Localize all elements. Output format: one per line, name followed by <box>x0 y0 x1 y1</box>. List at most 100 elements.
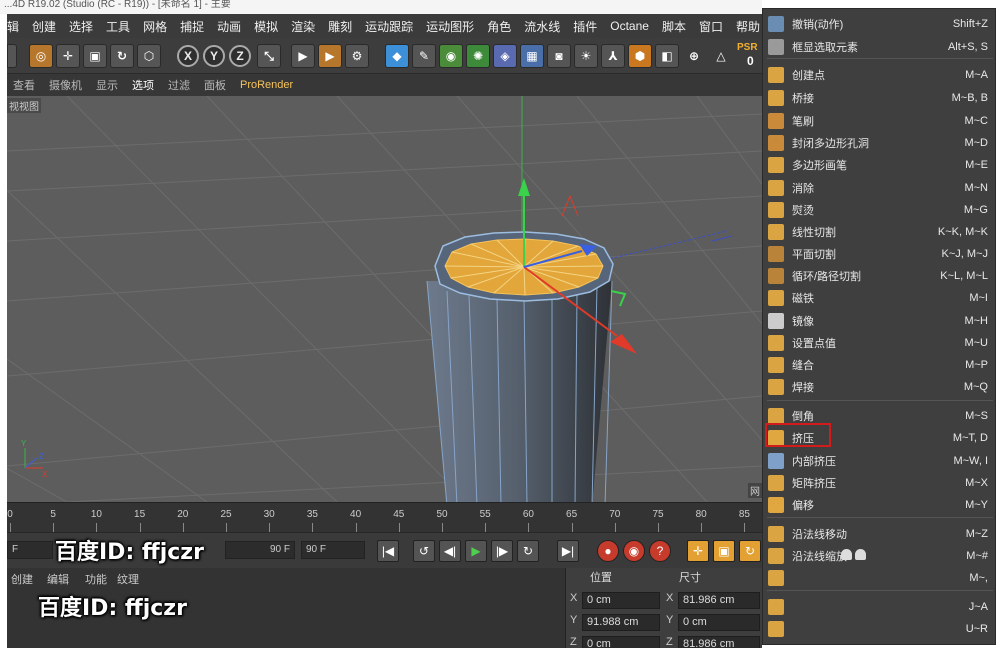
menu-item[interactable]: 帮助 <box>736 18 760 35</box>
size-field[interactable]: 81.986 cm <box>678 636 760 648</box>
menu-item[interactable]: Octane <box>610 19 649 33</box>
context-menu-item[interactable]: 桥接 M~B, B <box>763 87 997 109</box>
live-selection-icon[interactable]: ◎ <box>29 44 53 68</box>
context-menu-item[interactable]: 镜像 M~H <box>763 310 997 332</box>
menu-item[interactable]: 窗口 <box>699 18 723 35</box>
menu-item[interactable]: 插件 <box>573 18 597 35</box>
context-menu-item[interactable]: 焊接 M~Q <box>763 376 997 398</box>
next-key-button[interactable]: ↻ <box>517 540 539 562</box>
previous-key-button[interactable]: ↺ <box>413 540 435 562</box>
go-to-end-button[interactable]: ▶| <box>557 540 579 562</box>
context-menu-item[interactable]: 磁铁 M~I <box>763 287 997 309</box>
record-keys-button[interactable]: ● <box>597 540 619 562</box>
end-frame-field[interactable]: 90 F <box>225 541 295 559</box>
menu-item[interactable]: 网格 <box>143 18 167 35</box>
play-button[interactable]: ▶ <box>465 540 487 562</box>
viewport-menu-item[interactable]: 选项 <box>132 77 154 93</box>
material-menu-item[interactable]: 功能 <box>85 571 107 587</box>
menu-item[interactable]: 运动图形 <box>426 18 474 35</box>
go-to-start-button[interactable]: |◀ <box>377 540 399 562</box>
move-tool-icon[interactable]: ✛ <box>56 44 80 68</box>
menu-item[interactable]: 运动跟踪 <box>365 18 413 35</box>
subdivision-icon[interactable]: ◉ <box>439 44 463 68</box>
context-menu-item[interactable]: 沿法线移动 M~Z <box>763 523 997 545</box>
menu-item[interactable]: 雕刻 <box>328 18 352 35</box>
menu-item[interactable]: 辑 <box>7 18 19 35</box>
context-menu-item[interactable]: 熨烫 M~G <box>763 199 997 221</box>
rotation-key-button[interactable]: ↻ <box>739 540 761 562</box>
context-menu-item[interactable]: 消除 M~N <box>763 177 997 199</box>
menu-item[interactable]: 工具 <box>106 18 130 35</box>
cylinder-object[interactable] <box>426 231 614 502</box>
material-menu-item[interactable]: 纹理 <box>117 571 139 587</box>
python-icon[interactable]: ⬢ <box>628 44 652 68</box>
perspective-viewport[interactable]: Y X Z 视视图 网 <box>7 96 762 502</box>
context-menu-item[interactable]: 矩阵挤压 M~X <box>763 472 997 494</box>
timeline-ruler[interactable]: 0 5 10 15 20 25 30 35 40 45 50 55 60 65 70 75 80 85 <box>7 502 762 532</box>
menu-item[interactable]: 捕捉 <box>180 18 204 35</box>
snap-settings-icon[interactable]: ⊕ <box>682 44 706 68</box>
context-menu-item[interactable]: 缝合 M~P <box>763 354 997 376</box>
menu-item[interactable]: 创建 <box>32 18 56 35</box>
context-menu-item[interactable]: 线性切割 K~K, M~K <box>763 221 997 243</box>
character-icon[interactable]: ⅄ <box>601 44 625 68</box>
keyframe-selection-button[interactable]: ? <box>649 540 671 562</box>
x-axis-lock-button[interactable]: X <box>177 45 199 67</box>
max-frame-field[interactable]: 90 F <box>301 541 365 559</box>
scale-tool-icon[interactable]: ▣ <box>83 44 107 68</box>
position-key-button[interactable]: ✛ <box>687 540 709 562</box>
position-field[interactable]: 0 cm <box>582 636 660 648</box>
context-menu-item[interactable]: 设置点值 M~U <box>763 332 997 354</box>
context-menu-item[interactable]: 多边形画笔 M~E <box>763 154 997 176</box>
position-field[interactable]: 0 cm <box>582 592 660 609</box>
octane-icon[interactable]: ◧ <box>655 44 679 68</box>
context-menu-item[interactable]: 循环/路径切割 K~L, M~L <box>763 265 997 287</box>
size-field[interactable]: 81.986 cm <box>678 592 760 609</box>
viewport-menu-item[interactable]: 显示 <box>96 77 118 93</box>
cloner-icon[interactable]: ✺ <box>466 44 490 68</box>
workplane-icon[interactable]: △ <box>709 44 733 68</box>
menu-item[interactable]: 流水线 <box>524 18 560 35</box>
context-menu-item[interactable]: 平面切割 K~J, M~J <box>763 243 997 265</box>
context-menu-item[interactable]: 沿法线缩放 M~# <box>763 545 997 567</box>
menu-item[interactable]: 脚本 <box>662 18 686 35</box>
context-menu-item[interactable]: 笔刷 M~C <box>763 110 997 132</box>
context-menu-item[interactable]: U~R <box>763 618 997 640</box>
context-menu-item[interactable]: 创建点 M~A <box>763 64 997 86</box>
position-field[interactable]: 91.988 cm <box>582 614 660 631</box>
floor-icon[interactable]: ▦ <box>520 44 544 68</box>
rotate-tool-icon[interactable]: ↻ <box>110 44 134 68</box>
y-axis-lock-button[interactable]: Y <box>203 45 225 67</box>
camera-icon[interactable]: ◙ <box>547 44 571 68</box>
menu-item[interactable]: 模拟 <box>254 18 278 35</box>
render-view-icon[interactable]: ▶ <box>291 44 315 68</box>
size-field[interactable]: 0 cm <box>678 614 760 631</box>
render-picture-viewer-icon[interactable]: ▶ <box>318 44 342 68</box>
render-settings-icon[interactable]: ⚙ <box>345 44 369 68</box>
autokey-button[interactable]: ◉ <box>623 540 645 562</box>
material-menu-item[interactable]: 编辑 <box>47 571 69 587</box>
deformer-icon[interactable]: ◈ <box>493 44 517 68</box>
toolbar-edge-button[interactable] <box>7 44 17 68</box>
viewport-menu-item[interactable]: 面板 <box>204 77 226 93</box>
menu-item[interactable]: 渲染 <box>291 18 315 35</box>
menu-item[interactable]: 选择 <box>69 18 93 35</box>
coordinate-system-icon[interactable]: ⤡ <box>257 44 281 68</box>
context-menu-item[interactable]: M~, <box>763 567 997 589</box>
light-icon[interactable]: ☀ <box>574 44 598 68</box>
scale-key-button[interactable]: ▣ <box>713 540 735 562</box>
viewport-menu-item[interactable]: 摄像机 <box>49 77 82 93</box>
context-menu-item[interactable]: 内部挤压 M~W, I <box>763 450 997 472</box>
menu-item[interactable]: 角色 <box>487 18 511 35</box>
context-menu-item[interactable]: 撤销(动作) Shift+Z <box>763 13 997 35</box>
context-menu-item[interactable]: 框显选取元素 Alt+S, S <box>763 36 997 58</box>
start-frame-field[interactable]: F <box>7 541 53 559</box>
context-menu-item[interactable]: 封闭多边形孔洞 M~D <box>763 132 997 154</box>
context-menu-item[interactable]: 偏移 M~Y <box>763 494 997 516</box>
viewport-menu-item[interactable]: 过滤 <box>168 77 190 93</box>
menu-item[interactable]: 动画 <box>217 18 241 35</box>
cube-primitive-icon[interactable]: ◆ <box>385 44 409 68</box>
previous-frame-button[interactable]: ◀| <box>439 540 461 562</box>
viewport-menu-item[interactable]: 查看 <box>13 77 35 93</box>
context-menu-item[interactable]: J~A <box>763 596 997 618</box>
